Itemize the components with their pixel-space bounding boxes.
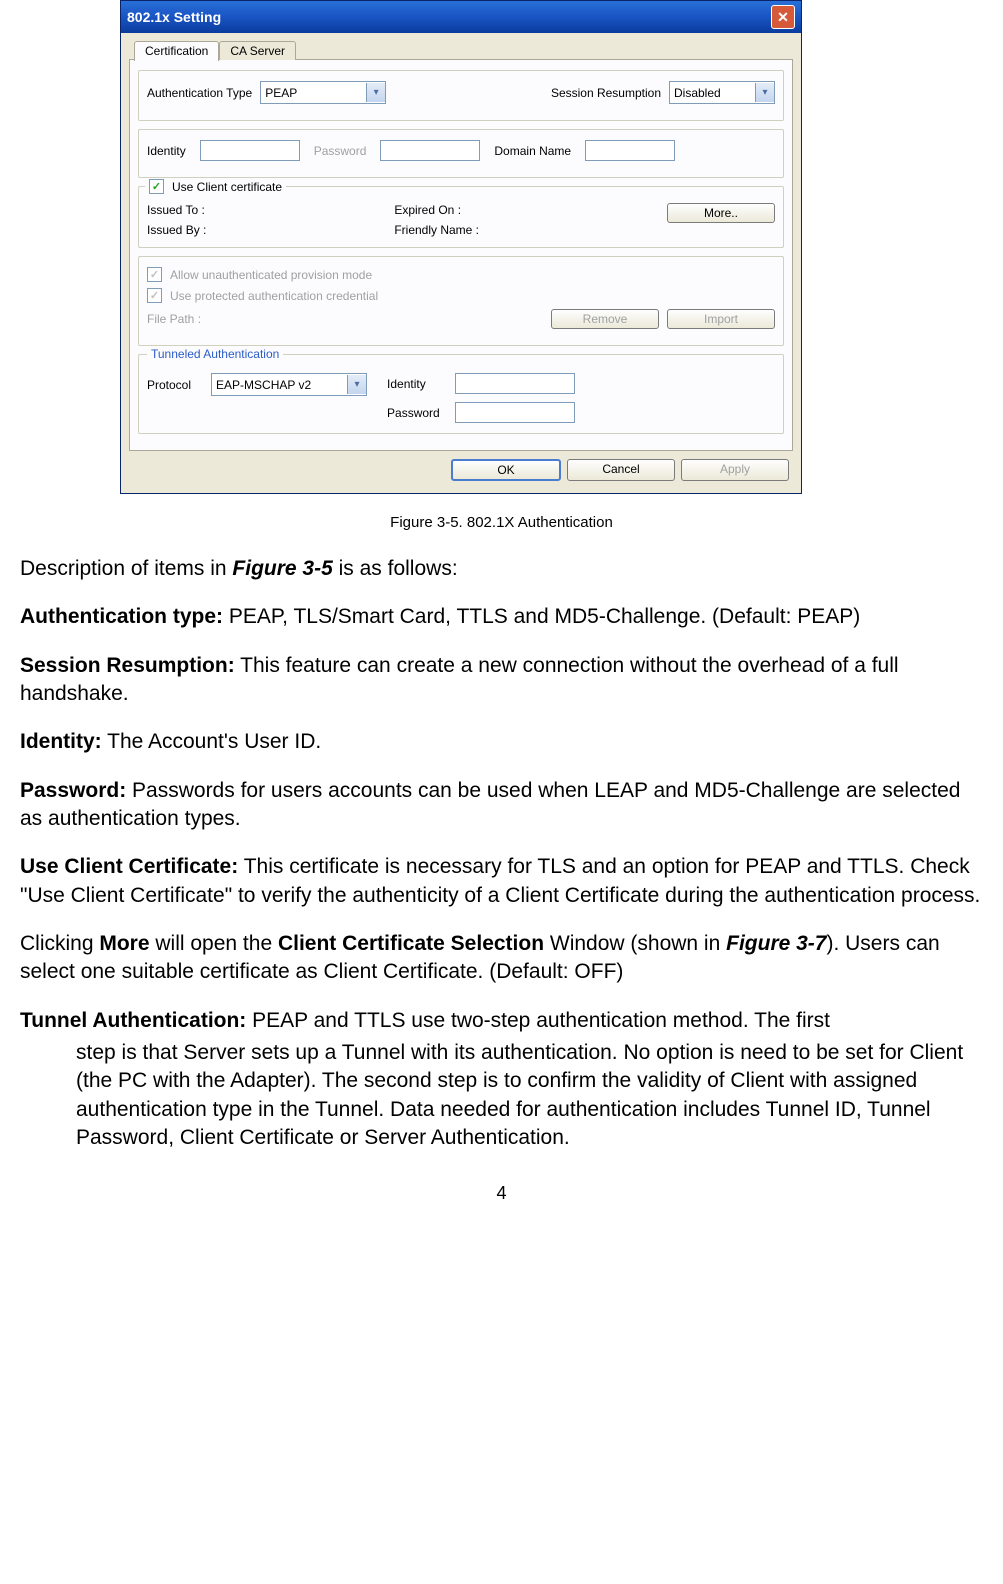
tunnel-paragraph: Tunnel Authentication: PEAP and TTLS use… — [20, 1007, 983, 1035]
chevron-down-icon: ▾ — [755, 83, 774, 102]
apply-button: Apply — [681, 459, 789, 481]
tab-ca-server[interactable]: CA Server — [219, 41, 296, 60]
ok-button[interactable]: OK — [451, 459, 561, 481]
use-client-cert-paragraph: Use Client Certificate: This certificate… — [20, 853, 983, 910]
chevron-down-icon: ▾ — [366, 83, 385, 102]
tunnel-password-label: Password — [387, 406, 447, 420]
domain-input[interactable] — [585, 140, 675, 161]
protocol-value: EAP-MSCHAP v2 — [216, 378, 343, 392]
dialog-802-1x-setting: 802.1x Setting ✕ Certification CA Server… — [120, 0, 802, 494]
password-input[interactable] — [380, 140, 480, 161]
chevron-down-icon: ▾ — [347, 375, 366, 394]
figure-caption: Figure 3-5. 802.1X Authentication — [20, 514, 983, 531]
close-icon[interactable]: ✕ — [771, 5, 795, 29]
session-value: Disabled — [674, 86, 751, 100]
friendly-name-label: Friendly Name : — [394, 223, 479, 237]
identity-input[interactable] — [200, 140, 300, 161]
remove-button: Remove — [551, 309, 659, 329]
use-client-cert-label: Use Client certificate — [172, 180, 282, 194]
titlebar: 802.1x Setting ✕ — [121, 1, 801, 33]
intro-paragraph: Description of items in Figure 3-5 is as… — [20, 555, 983, 583]
auth-type-select[interactable]: PEAP ▾ — [260, 81, 386, 104]
tunnel-paragraph-indent: step is that Server sets up a Tunnel wit… — [20, 1039, 983, 1152]
auth-type-label: Authentication Type — [147, 86, 252, 100]
tunnel-identity-input[interactable] — [455, 373, 575, 394]
tunnel-password-input[interactable] — [455, 402, 575, 423]
password-label: Password — [314, 144, 367, 158]
identity-label: Identity — [147, 144, 186, 158]
file-path-label: File Path : — [147, 312, 201, 326]
issued-by-label: Issued By : — [147, 223, 206, 237]
allow-unauth-label: Allow unauthenticated provision mode — [170, 268, 372, 282]
use-client-cert-checkbox[interactable]: ✓ — [149, 179, 164, 194]
password-paragraph: Password: Passwords for users accounts c… — [20, 777, 983, 834]
identity-paragraph: Identity: The Account's User ID. — [20, 728, 983, 756]
use-protected-label: Use protected authentication credential — [170, 289, 378, 303]
domain-label: Domain Name — [494, 144, 571, 158]
issued-to-label: Issued To : — [147, 203, 206, 217]
cancel-button[interactable]: Cancel — [567, 459, 675, 481]
protocol-label: Protocol — [147, 378, 191, 392]
session-label: Session Resumption — [551, 86, 661, 100]
tab-certification[interactable]: Certification — [134, 41, 219, 61]
page-number: 4 — [20, 1183, 983, 1204]
use-protected-checkbox: ✓ — [147, 288, 162, 303]
auth-type-value: PEAP — [265, 86, 362, 100]
protocol-select[interactable]: EAP-MSCHAP v2 ▾ — [211, 373, 367, 396]
session-select[interactable]: Disabled ▾ — [669, 81, 775, 104]
expired-on-label: Expired On : — [394, 203, 479, 217]
window-title: 802.1x Setting — [127, 9, 221, 25]
more-paragraph: Clicking More will open the Client Certi… — [20, 930, 983, 987]
import-button: Import — [667, 309, 775, 329]
tunnel-group-title: Tunneled Authentication — [147, 347, 283, 361]
tunnel-identity-label: Identity — [387, 377, 447, 391]
more-button[interactable]: More.. — [667, 203, 775, 223]
allow-unauth-checkbox: ✓ — [147, 267, 162, 282]
auth-type-paragraph: Authentication type: PEAP, TLS/Smart Car… — [20, 603, 983, 631]
session-paragraph: Session Resumption: This feature can cre… — [20, 652, 983, 709]
